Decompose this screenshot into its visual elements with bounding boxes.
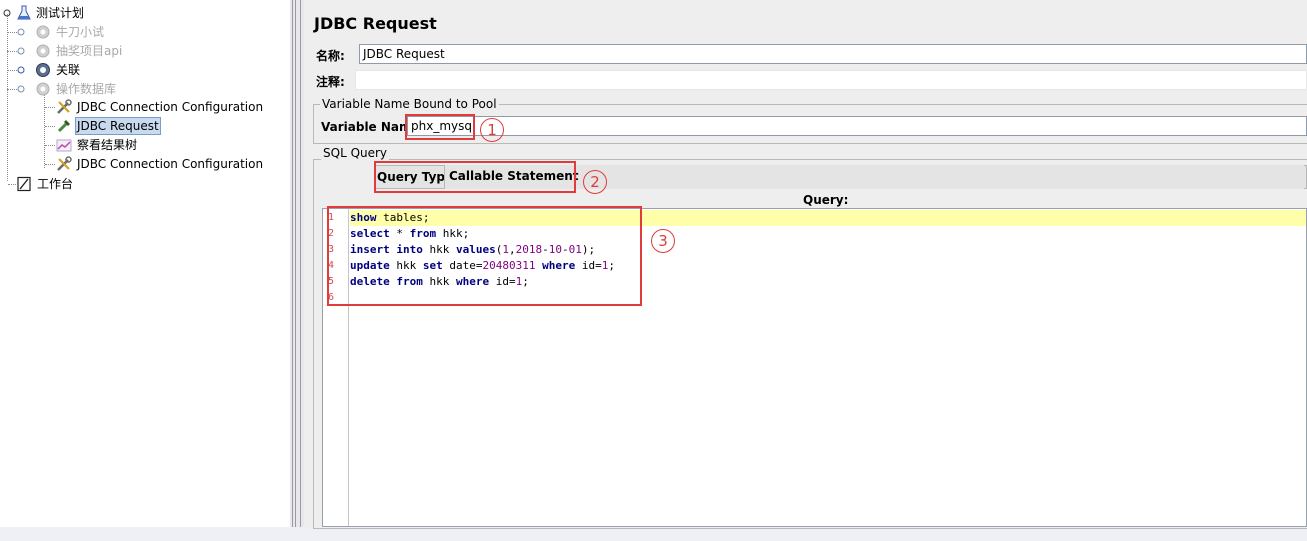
tree-item-label: JDBC Connection Configuration: [77, 100, 264, 114]
tree-toggle-icon[interactable]: [17, 47, 25, 55]
annotation-box-1: [405, 114, 475, 140]
thread-group-gear-icon: [36, 63, 50, 77]
tree-connector: [45, 107, 55, 108]
tree-item-label: 关联: [56, 63, 81, 77]
config-wrench-icon: [57, 99, 72, 114]
annotation-number-1: 1: [480, 118, 504, 142]
tree-item-label: 测试计划: [36, 6, 85, 20]
tree-connector: [7, 51, 17, 52]
thread-group-gear-icon: [36, 44, 50, 58]
tree-item-label: 抽奖项目api: [56, 44, 123, 58]
name-label: 名称:: [316, 49, 345, 63]
tree-connector: [45, 164, 55, 165]
tree-connector: [45, 126, 55, 127]
tree-toggle-icon[interactable]: [17, 66, 25, 74]
tree-item-label: 操作数据库: [56, 82, 117, 96]
tree-connector: [45, 145, 55, 146]
tree-connector: [8, 184, 16, 185]
annotation-number-3: 3: [651, 229, 675, 253]
workbench-icon: [17, 176, 31, 192]
tree-toggle-icon[interactable]: [3, 9, 11, 17]
splitter-grip: [292, 0, 293, 527]
jdbc-request-panel: JDBC Request 名称: JDBC Request 注释: Variab…: [304, 0, 1307, 529]
tree-connector: [7, 32, 17, 33]
annotation-number-2: 2: [583, 170, 607, 194]
query-label: Query:: [803, 193, 849, 207]
tree-connector: [7, 89, 17, 90]
comment-label: 注释:: [316, 75, 345, 89]
test-plan-tree[interactable]: 测试计划 牛刀小试 抽奖项目api 关联 操作数据库 JDBC Connecti…: [0, 0, 290, 527]
tree-item-label: JDBC Connection Configuration: [77, 157, 264, 171]
splitter-grip: [295, 0, 296, 527]
thread-group-gear-icon: [36, 25, 50, 39]
variable-name-input[interactable]: phx_mysql: [407, 116, 1307, 136]
annotation-box-3: [327, 206, 642, 306]
tree-toggle-icon[interactable]: [17, 85, 25, 93]
panel-splitter[interactable]: [290, 0, 304, 527]
tree-connector: [44, 90, 45, 168]
comment-input[interactable]: [355, 70, 1307, 90]
name-input[interactable]: JDBC Request: [359, 44, 1307, 64]
tree-item-label: JDBC Request: [75, 117, 161, 135]
listener-graph-icon: [56, 139, 72, 152]
thread-group-gear-icon: [36, 82, 50, 96]
tree-item-label: 牛刀小试: [56, 25, 105, 39]
splitter-grip: [300, 0, 301, 527]
annotation-box-2: [374, 161, 576, 193]
sql-group-title: SQL Query: [321, 146, 390, 160]
pool-group-title: Variable Name Bound to Pool: [320, 97, 499, 111]
tree-item-label: 工作台: [37, 177, 74, 191]
tree-connector: [7, 70, 17, 71]
sampler-pipette-icon: [57, 120, 70, 133]
tree-item-label: 察看结果树: [77, 138, 138, 152]
test-plan-flask-icon: [17, 5, 31, 20]
config-wrench-icon: [57, 156, 72, 171]
tree-toggle-icon[interactable]: [17, 28, 25, 36]
tree-connector: [7, 14, 8, 181]
page-title: JDBC Request: [314, 14, 437, 33]
